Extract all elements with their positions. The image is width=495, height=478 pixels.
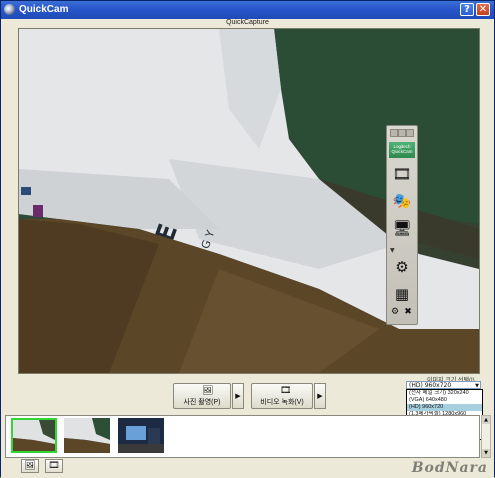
camera-preview: YTE O G Y Logitech QuickCam 🎞 🎭 🖥 xyxy=(18,28,480,374)
window-subtitle: QuickCapture xyxy=(1,19,494,28)
thumbnail-image xyxy=(118,418,164,453)
panel-window-buttons xyxy=(390,129,414,137)
photo-icon: 🖼 xyxy=(202,386,214,396)
quickcam-window: QuickCam ? ✕ QuickCapture YTE O G Y xyxy=(0,0,495,478)
close-small-icon[interactable]: ✖ xyxy=(402,306,414,318)
video-options-arrow[interactable]: ▶ xyxy=(314,383,326,409)
apps-icon[interactable]: ▦ xyxy=(391,283,413,305)
panel-restore-button[interactable] xyxy=(398,129,406,137)
thumbnail-3[interactable] xyxy=(118,418,164,453)
panel-close-button[interactable] xyxy=(406,129,414,137)
image-size-option[interactable]: (전자 메일 크기) 320x240 xyxy=(407,390,482,397)
image-size-select[interactable]: (HD) 960x720 ▼ xyxy=(406,381,481,389)
scroll-up-icon[interactable]: ▲ xyxy=(482,416,490,424)
face-effects-icon[interactable]: 🎭 xyxy=(391,190,413,212)
take-photo-label: 사진 촬영(P) xyxy=(183,399,221,406)
thumbnail-1[interactable] xyxy=(11,418,57,453)
thumbnail-strip xyxy=(5,415,480,458)
close-button[interactable]: ✕ xyxy=(476,3,490,16)
window-title: QuickCam xyxy=(19,4,69,15)
photo-options-arrow[interactable]: ▶ xyxy=(232,383,244,409)
monitor-icon[interactable]: 🖥 xyxy=(391,217,413,239)
image-size-selected: (HD) 960x720 xyxy=(409,382,452,389)
record-video-button[interactable]: 🎞 비디오 녹화(V) xyxy=(251,383,313,409)
photos-tab-icon[interactable]: 🖼 xyxy=(21,459,39,473)
thumbnail-image xyxy=(13,420,55,451)
title-bar[interactable]: QuickCam ? ✕ xyxy=(1,1,494,19)
film-icon: 🎞 xyxy=(280,386,292,396)
thumbnail-scrollbar[interactable]: ▲ ▼ xyxy=(481,415,491,458)
videos-tab-icon[interactable]: 🎞 xyxy=(45,459,63,473)
gears-icon[interactable]: ⚙ xyxy=(391,256,413,278)
gear-small-icon[interactable]: ⚙ xyxy=(389,306,401,318)
scroll-down-icon[interactable]: ▼ xyxy=(482,449,490,457)
quickcam-control-panel: Logitech QuickCam 🎞 🎭 🖥 ▼ ⚙ ▦ ⚙ ✖ xyxy=(386,125,418,325)
record-video-label: 비디오 녹화(V) xyxy=(260,399,304,406)
help-button[interactable]: ? xyxy=(460,3,474,16)
panel-minimize-button[interactable] xyxy=(390,129,398,137)
take-photo-button[interactable]: 🖼 사진 촬영(P) xyxy=(173,383,231,409)
image-size-option[interactable]: (HD) 960x720 xyxy=(407,404,482,411)
image-size-option[interactable]: (VGA) 640x480 xyxy=(407,397,482,404)
watermark-logo: BodNara xyxy=(411,460,488,476)
quickcam-app-icon xyxy=(4,4,15,15)
thumbnail-2[interactable] xyxy=(64,418,110,453)
panel-expand-caret[interactable]: ▼ xyxy=(390,247,395,254)
camera-film-icon[interactable]: 🎞 xyxy=(391,163,413,185)
thumbnail-image xyxy=(64,418,110,453)
logitech-quickcam-logo: Logitech QuickCam xyxy=(389,142,415,158)
